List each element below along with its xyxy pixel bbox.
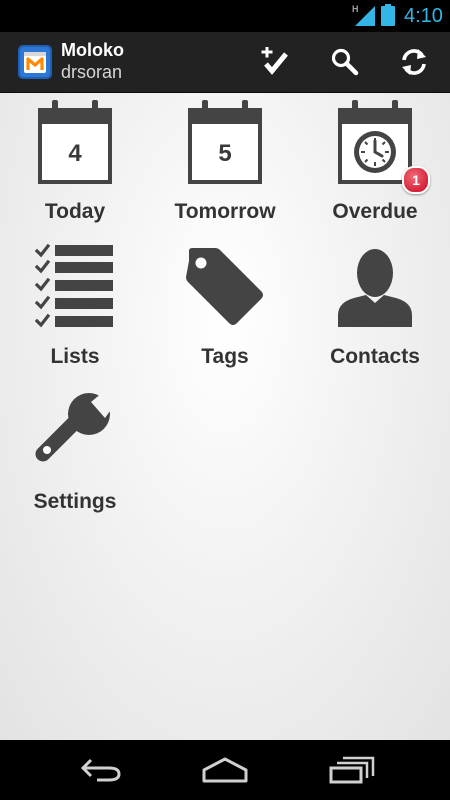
dashboard-grid: 4 Today 5 Tomorrow 1 Overdue Lists Tags … <box>0 93 450 740</box>
app-title: Moloko <box>61 40 124 60</box>
calendar-today-icon: 4 <box>38 100 112 184</box>
tomorrow-tile[interactable]: 5 Tomorrow <box>150 96 300 241</box>
tags-tile[interactable]: Tags <box>150 241 300 386</box>
sync-button[interactable] <box>396 44 432 80</box>
status-time: 4:10 <box>404 5 443 27</box>
tomorrow-label: Tomorrow <box>174 200 276 223</box>
person-icon <box>338 249 412 327</box>
search-icon <box>331 48 359 76</box>
back-icon <box>80 758 121 782</box>
overdue-count-badge: 1 <box>402 166 430 194</box>
today-label: Today <box>44 200 106 223</box>
contacts-label: Contacts <box>330 345 420 368</box>
sync-icon <box>402 49 426 75</box>
action-bar: Moloko drsoran <box>0 32 450 93</box>
settings-label: Settings <box>33 490 117 513</box>
moloko-app-icon[interactable] <box>18 45 52 79</box>
tag-icon <box>186 248 263 325</box>
navigation-bar <box>0 740 450 800</box>
add-task-icon <box>261 47 288 75</box>
home-button[interactable] <box>195 754 255 786</box>
lists-label: Lists <box>50 345 100 368</box>
signal-strength-icon: H <box>352 4 375 26</box>
checklist-icon <box>35 243 113 328</box>
overdue-label: Overdue <box>332 200 418 223</box>
calendar-tomorrow-icon: 5 <box>188 100 262 184</box>
svg-text:5: 5 <box>218 140 231 167</box>
contacts-tile[interactable]: Contacts <box>300 241 450 386</box>
recent-apps-icon <box>329 756 375 784</box>
search-button[interactable] <box>327 44 363 80</box>
settings-tile[interactable]: Settings <box>0 386 150 531</box>
tags-label: Tags <box>201 345 249 368</box>
lists-tile[interactable]: Lists <box>0 241 150 386</box>
status-bar: H 4:10 <box>0 0 450 32</box>
account-name: drsoran <box>61 62 123 82</box>
wrench-icon <box>35 392 115 462</box>
recent-apps-button[interactable] <box>322 754 382 786</box>
home-icon <box>202 757 248 783</box>
svg-text:4: 4 <box>68 140 82 167</box>
overdue-tile[interactable]: 1 Overdue <box>300 96 450 241</box>
today-tile[interactable]: 4 Today <box>0 96 150 241</box>
back-button[interactable] <box>70 754 130 786</box>
calendar-clock-icon <box>338 100 412 184</box>
svg-text:H: H <box>352 4 359 14</box>
battery-icon <box>381 4 395 26</box>
add-task-button[interactable] <box>257 44 293 80</box>
